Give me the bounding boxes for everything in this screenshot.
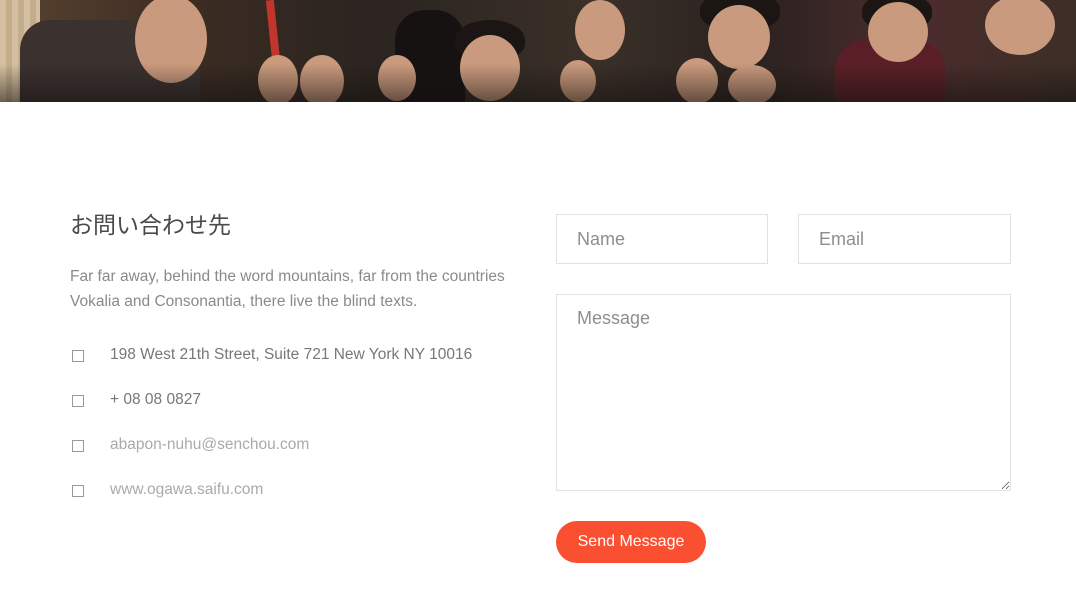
phone-item: + 08 08 0827: [70, 389, 530, 411]
checkbox-icon: [72, 485, 84, 497]
website-item[interactable]: www.ogawa.saifu.com: [70, 479, 530, 501]
email-item[interactable]: abapon-nuhu@senchou.com: [70, 434, 530, 456]
contact-title: お問い合わせ先: [70, 212, 231, 238]
address-text: 198 West 21th Street, Suite 721 New York…: [110, 346, 473, 363]
person-face: [868, 2, 928, 62]
person-face: [985, 0, 1055, 55]
contact-description: Far far away, behind the word mountains,…: [70, 268, 505, 310]
checkbox-icon: [72, 440, 84, 452]
person-face: [708, 5, 770, 69]
address-item: 198 West 21th Street, Suite 721 New York…: [70, 344, 530, 366]
hero-banner-image: [0, 0, 1076, 102]
person-face: [575, 0, 625, 60]
message-textarea[interactable]: [556, 294, 1011, 491]
email-link[interactable]: abapon-nuhu@senchou.com: [110, 434, 309, 456]
checkbox-icon: [72, 350, 84, 362]
checkbox-icon: [72, 395, 84, 407]
send-message-button[interactable]: Send Message: [556, 521, 706, 563]
email-input[interactable]: [798, 214, 1011, 264]
phone-text: + 08 08 0827: [110, 391, 201, 408]
hero-shadow: [0, 64, 1076, 102]
website-link[interactable]: www.ogawa.saifu.com: [110, 479, 263, 501]
contact-info-section: お問い合わせ先 Far far away, behind the word mo…: [70, 208, 530, 498]
name-input[interactable]: [556, 214, 768, 264]
